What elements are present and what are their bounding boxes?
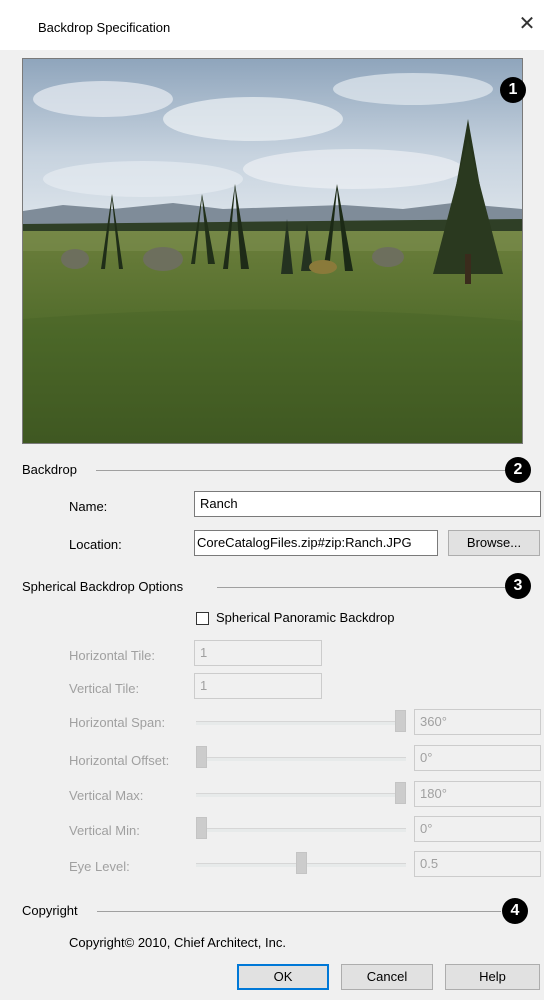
name-label: Name:: [69, 499, 108, 514]
backdrop-preview-image: [22, 58, 523, 444]
callout-2: 2: [505, 457, 531, 483]
vertical-max-label: Vertical Max:: [69, 788, 144, 803]
vertical-min-label: Vertical Min:: [69, 823, 140, 838]
browse-button[interactable]: Browse...: [448, 530, 540, 556]
cancel-button[interactable]: Cancel: [341, 964, 433, 990]
horizontal-span-thumb[interactable]: [395, 710, 406, 732]
window-title: Backdrop Specification: [38, 20, 171, 35]
spherical-group-divider: [217, 587, 507, 588]
location-field[interactable]: CoreCatalogFiles.zip#zip:Ranch.JPG: [194, 530, 438, 556]
help-button[interactable]: Help: [445, 964, 540, 990]
horizontal-tile-label: Horizontal Tile:: [69, 648, 155, 663]
eye-level-label: Eye Level:: [69, 859, 130, 874]
vertical-min-field[interactable]: 0°: [414, 816, 541, 842]
vertical-max-field[interactable]: 180°: [414, 781, 541, 807]
horizontal-span-label: Horizontal Span:: [69, 715, 166, 730]
ok-button[interactable]: OK: [237, 964, 329, 990]
horizontal-offset-track[interactable]: [196, 757, 406, 761]
horizontal-span-track[interactable]: [196, 721, 406, 725]
name-field[interactable]: Ranch: [194, 491, 541, 517]
vertical-max-track[interactable]: [196, 793, 406, 797]
horizontal-offset-label: Horizontal Offset:: [69, 753, 170, 768]
title-bar: Backdrop Specification ✕: [0, 0, 544, 50]
copyright-group-divider: [97, 911, 501, 912]
horizontal-offset-thumb[interactable]: [196, 746, 207, 768]
spherical-panoramic-label[interactable]: Spherical Panoramic Backdrop: [216, 610, 394, 625]
backdrop-group-divider: [96, 470, 506, 471]
callout-3: 3: [505, 573, 531, 599]
callout-4: 4: [502, 898, 528, 924]
horizontal-offset-field[interactable]: 0°: [414, 745, 541, 771]
eye-level-thumb[interactable]: [295, 852, 307, 874]
vertical-min-thumb[interactable]: [196, 817, 207, 839]
callout-1: 1: [500, 77, 526, 103]
copyright-text: Copyright© 2010, Chief Architect, Inc.: [69, 935, 286, 950]
vertical-tile-field[interactable]: 1: [194, 673, 322, 699]
eye-level-field[interactable]: 0.5: [414, 851, 541, 877]
vertical-max-thumb[interactable]: [395, 782, 406, 804]
horizontal-span-field[interactable]: 360°: [414, 709, 541, 735]
location-label: Location:: [69, 537, 122, 552]
backdrop-group-label: Backdrop: [22, 462, 77, 477]
horizontal-tile-field[interactable]: 1: [194, 640, 322, 666]
spherical-group-label: Spherical Backdrop Options: [22, 579, 184, 594]
vertical-tile-label: Vertical Tile:: [69, 681, 140, 696]
vertical-min-track[interactable]: [196, 828, 406, 832]
copyright-group-label: Copyright: [22, 903, 78, 918]
spherical-panoramic-checkbox[interactable]: [196, 612, 209, 625]
close-icon[interactable]: ✕: [516, 12, 538, 36]
